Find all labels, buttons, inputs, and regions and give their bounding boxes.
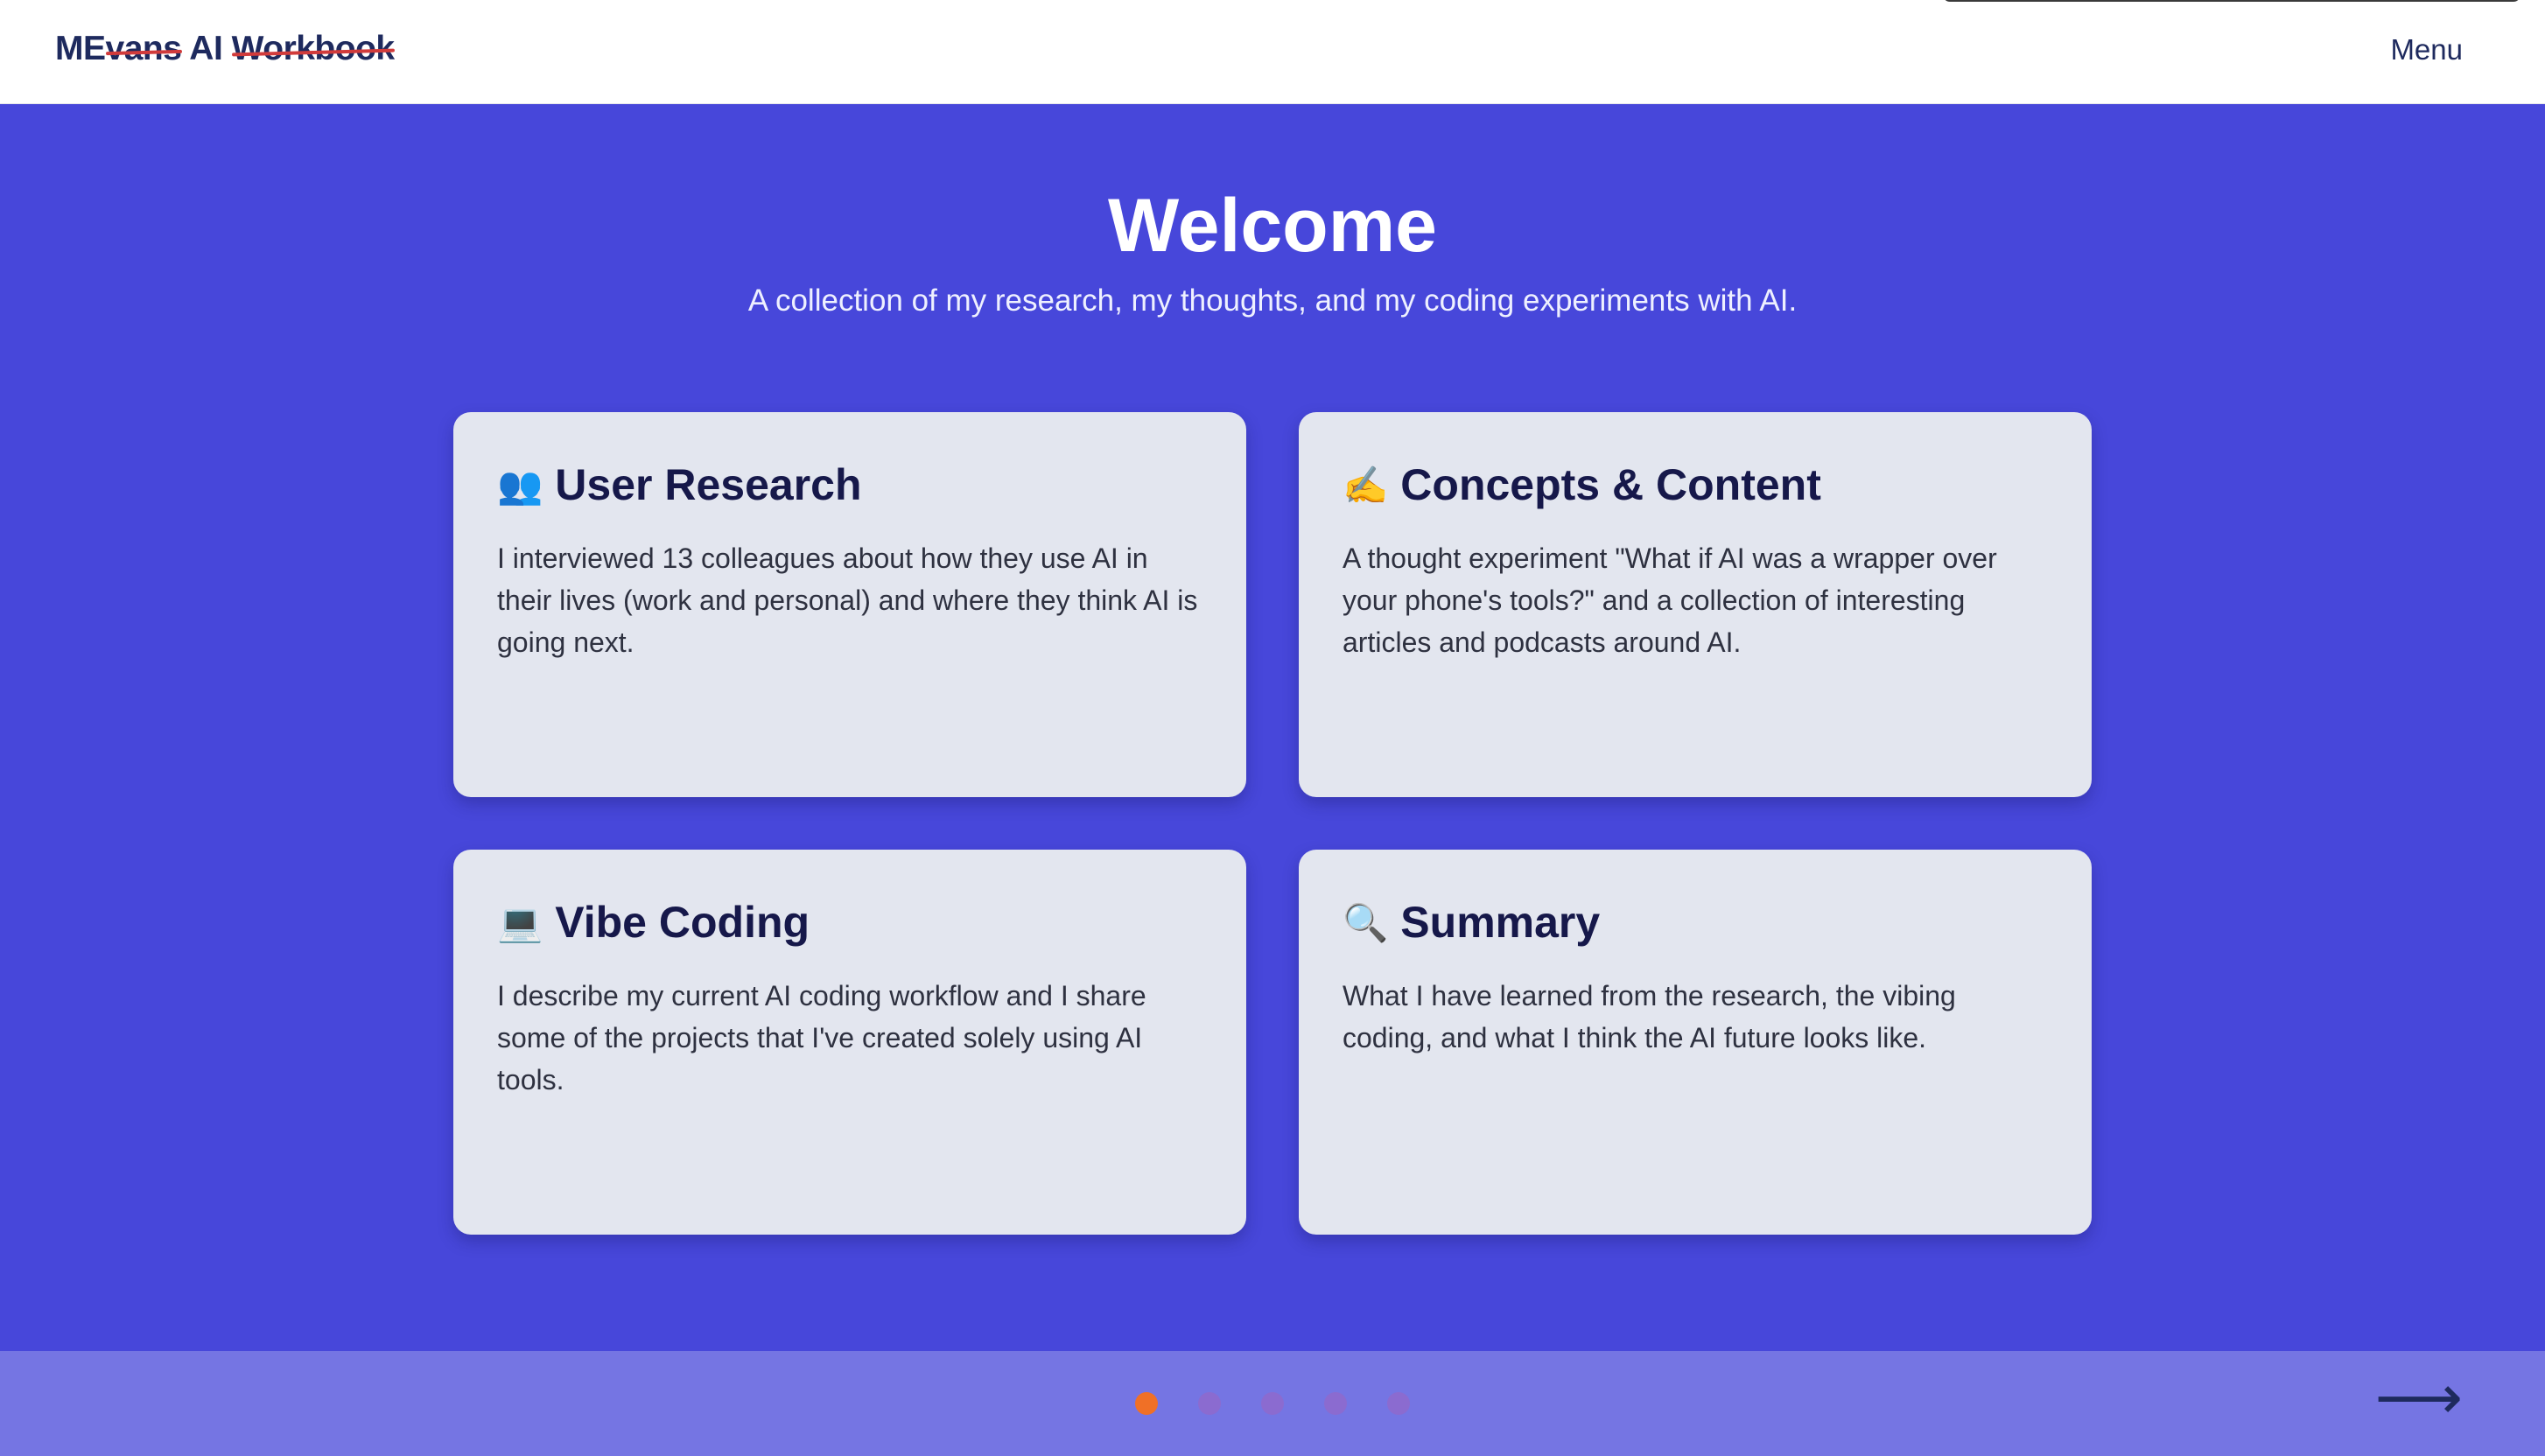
card-title-text: Vibe Coding bbox=[555, 898, 810, 947]
slide-dot-5[interactable] bbox=[1387, 1392, 1410, 1415]
slide-dot-4[interactable] bbox=[1324, 1392, 1347, 1415]
users-icon: 👥 bbox=[497, 464, 543, 506]
card-vibe-coding[interactable]: 💻 Vibe Coding I describe my current AI c… bbox=[453, 850, 1246, 1235]
slide-footer: ⟶ bbox=[0, 1351, 2545, 1456]
card-title: 💻 Vibe Coding bbox=[497, 899, 1202, 947]
site-header: MEvans AI Workbook Menu bbox=[0, 0, 2545, 104]
browser-tab-edge bbox=[1943, 0, 2520, 2]
page-title: Welcome bbox=[1108, 184, 1437, 268]
card-title: 🔍 Summary bbox=[1343, 899, 2048, 947]
slide-dot-2[interactable] bbox=[1198, 1392, 1221, 1415]
page-subtitle: A collection of my research, my thoughts… bbox=[747, 284, 1798, 318]
slide-dot-3[interactable] bbox=[1261, 1392, 1284, 1415]
magnifier-icon: 🔍 bbox=[1343, 901, 1389, 943]
slide-dot-1[interactable] bbox=[1135, 1392, 1158, 1415]
laptop-icon: 💻 bbox=[497, 901, 543, 943]
hero-section: Welcome A collection of my research, my … bbox=[0, 104, 2545, 1351]
site-logo[interactable]: MEvans AI Workbook bbox=[55, 30, 395, 68]
logo-prefix: ME bbox=[55, 30, 106, 67]
card-title-text: Summary bbox=[1400, 898, 1601, 947]
logo-strikethrough-word: Workbook bbox=[231, 30, 395, 67]
slide-pagination bbox=[1135, 1392, 1410, 1415]
writing-hand-icon: ✍️ bbox=[1343, 464, 1389, 506]
card-description: I describe my current AI coding workflow… bbox=[497, 980, 1146, 1096]
card-description: What I have learned from the research, t… bbox=[1343, 980, 1956, 1054]
card-title-text: Concepts & Content bbox=[1400, 460, 1821, 509]
page: MEvans AI Workbook Menu Welcome A collec… bbox=[0, 0, 2545, 1456]
card-description: A thought experiment "What if AI was a w… bbox=[1343, 542, 1997, 658]
logo-strikethrough-word: vans bbox=[105, 30, 182, 67]
card-description: I interviewed 13 colleagues about how th… bbox=[497, 542, 1198, 658]
card-title-text: User Research bbox=[555, 460, 862, 509]
card-title: 👥 User Research bbox=[497, 461, 1202, 509]
card-summary[interactable]: 🔍 Summary What I have learned from the r… bbox=[1299, 850, 2092, 1235]
card-title: ✍️ Concepts & Content bbox=[1343, 461, 2048, 509]
logo-middle: AI bbox=[181, 30, 232, 67]
card-user-research[interactable]: 👥 User Research I interviewed 13 colleag… bbox=[453, 412, 1246, 797]
menu-button[interactable]: Menu bbox=[2390, 33, 2463, 66]
next-arrow-icon[interactable]: ⟶ bbox=[2375, 1367, 2463, 1428]
card-concepts-content[interactable]: ✍️ Concepts & Content A thought experime… bbox=[1299, 412, 2092, 797]
